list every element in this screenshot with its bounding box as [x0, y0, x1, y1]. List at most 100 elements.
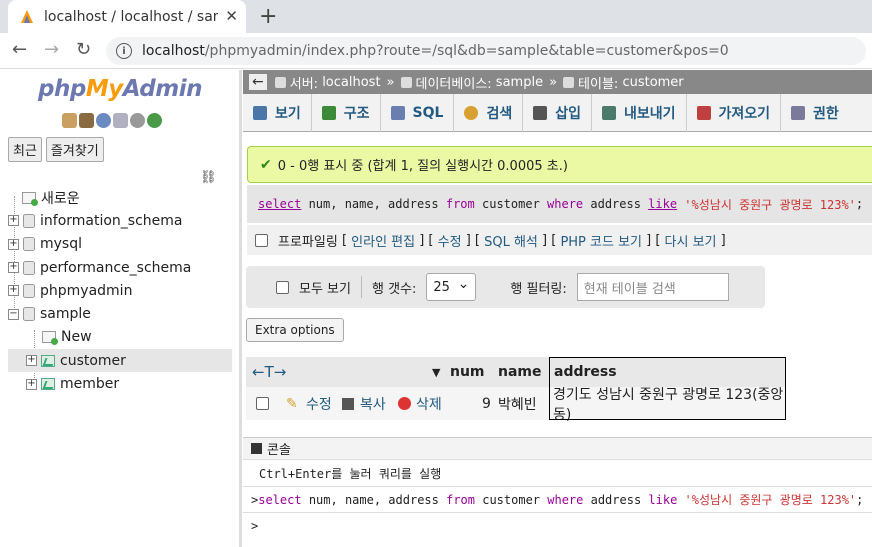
new-tab-button[interactable]: + — [259, 4, 277, 29]
help-icon[interactable] — [96, 113, 111, 128]
expand-icon[interactable]: + — [26, 378, 37, 390]
logout-icon[interactable] — [79, 113, 94, 128]
expand-icon[interactable]: + — [8, 215, 19, 227]
row-count-value: 25 — [433, 279, 450, 295]
docs-icon[interactable] — [113, 113, 128, 128]
tree-item-customer[interactable]: + customer — [8, 349, 232, 373]
sql-keyword[interactable]: like — [648, 197, 677, 211]
settings-gear-icon[interactable] — [130, 113, 145, 128]
tab-sql[interactable]: SQL — [381, 94, 455, 132]
sql-text: ; — [856, 492, 864, 507]
navigation-panel: phpMyAdmin 최근 즐겨찾기 ⛓ 새로운 + information_s… — [0, 70, 242, 547]
row-count-select[interactable]: 25 — [426, 273, 477, 301]
row-edit-link[interactable]: 수정 — [306, 394, 332, 414]
tree-label: member — [60, 376, 120, 393]
expand-icon[interactable]: + — [26, 355, 37, 367]
close-tab-icon[interactable]: ✕ — [225, 7, 238, 25]
database-icon — [23, 283, 35, 298]
database-icon — [23, 260, 35, 275]
link-with-main-panel-icon[interactable]: ⛓ — [200, 170, 217, 185]
console-toggle-bar[interactable]: 콘솔 — [243, 438, 872, 460]
expand-icon[interactable]: + — [8, 285, 19, 297]
tree-item-phpmyadmin[interactable]: + phpmyadmin — [8, 279, 232, 302]
tab-label: 가져오기 — [718, 106, 771, 122]
expand-icon[interactable]: + — [8, 262, 19, 274]
tree-item-information-schema[interactable]: + information_schema — [8, 209, 232, 232]
tab-label: SQL — [412, 105, 444, 121]
tree-item-new[interactable]: 새로운 — [8, 186, 232, 209]
tab-import[interactable]: 가져오기 — [687, 94, 782, 132]
home-icon[interactable] — [62, 113, 77, 128]
row-copy-link[interactable]: 복사 — [360, 394, 386, 414]
row-delete-link[interactable]: 삭제 — [416, 394, 442, 414]
sql-keyword: from — [446, 492, 475, 507]
tree-item-member[interactable]: + member — [8, 372, 232, 395]
tab-insert[interactable]: 삽입 — [523, 94, 592, 132]
tree-label: performance_schema — [40, 259, 192, 276]
browser-tab[interactable]: localhost / localhost / sample ✕ — [8, 0, 246, 33]
favorites-button[interactable]: 즐겨찾기 — [45, 137, 104, 162]
breadcrumb-table[interactable]: customer — [622, 75, 683, 90]
extra-options-button[interactable]: Extra options — [246, 318, 344, 342]
tab-export[interactable]: 내보내기 — [592, 94, 687, 132]
row-checkbox[interactable] — [256, 397, 269, 410]
collapse-nav-arrow-icon[interactable]: ← — [249, 74, 267, 90]
delete-icon — [398, 397, 411, 410]
phpmyadmin-logo[interactable]: phpMyAdmin — [38, 76, 202, 102]
tab-label: 삽입 — [555, 106, 581, 122]
tab-label: 내보내기 — [623, 106, 676, 122]
cell-name[interactable]: 박혜빈 — [498, 394, 537, 414]
site-info-icon[interactable]: i — [116, 43, 132, 59]
breadcrumb-server[interactable]: localhost — [322, 75, 380, 90]
tree-item-new-table[interactable]: New — [8, 326, 232, 349]
sql-keyword: where — [547, 492, 584, 507]
edit-link[interactable]: 수정 — [438, 231, 462, 250]
cell-num[interactable]: 9 — [482, 396, 491, 412]
php-code-link[interactable]: PHP 코드 보기 — [560, 231, 642, 250]
breadcrumb-db[interactable]: sample — [496, 75, 543, 90]
column-arrows-icon[interactable]: ←T→ — [252, 363, 286, 381]
tab-search[interactable]: 검색 — [454, 94, 524, 132]
filter-rows-input[interactable]: 현재 테이블 검색 — [576, 273, 729, 301]
tree-item-performance-schema[interactable]: + performance_schema — [8, 256, 232, 279]
collapse-icon[interactable]: − — [8, 308, 19, 320]
sort-options-icon[interactable]: ▼ — [432, 366, 440, 379]
expand-icon[interactable]: + — [8, 238, 19, 250]
column-header-name[interactable]: name — [498, 364, 542, 380]
reload-icon[interactable]: ↻ — [76, 39, 91, 60]
tree-item-mysql[interactable]: + mysql — [8, 233, 232, 256]
url-path: /phpmyadmin/index.php?route=/sql&db=samp… — [204, 43, 729, 59]
breadcrumb-separator: » — [549, 74, 558, 90]
inline-edit-link[interactable]: 인라인 편집 — [351, 231, 415, 250]
console-input[interactable]: > — [243, 512, 872, 538]
sql-keyword: where — [547, 197, 584, 211]
refresh-link[interactable]: 다시 보기 — [665, 231, 717, 250]
tab-browse[interactable]: 보기 — [243, 94, 312, 132]
tree-item-sample[interactable]: − sample — [8, 302, 232, 325]
tab-structure[interactable]: 구조 — [312, 94, 381, 132]
sql-text: address — [583, 492, 649, 507]
sql-text: customer — [475, 492, 548, 507]
breadcrumb-db-label: 데이터베이스: — [415, 76, 492, 92]
table-menu: 보기 구조 SQL 검색 삽입 내보내기 가져오기 권한 — [243, 94, 872, 132]
tab-label: 보기 — [275, 106, 301, 122]
show-all-checkbox[interactable] — [276, 280, 289, 294]
database-icon — [23, 307, 35, 322]
profiling-checkbox[interactable] — [255, 233, 268, 247]
url-input[interactable]: i localhost/phpmyadmin/index.php?route=/… — [106, 37, 866, 65]
back-arrow-icon[interactable]: ← — [12, 39, 27, 60]
forward-arrow-icon[interactable]: → — [44, 39, 59, 60]
breadcrumb: ← 서버: localhost » 데이터베이스: sample » 테이블: … — [243, 70, 872, 94]
console-history-entry[interactable]: > select num, name, address from customer… — [243, 486, 872, 512]
address-bar-row: ← → ↻ i localhost/phpmyadmin/index.php?r… — [0, 33, 872, 69]
explain-sql-link[interactable]: SQL 해석 — [484, 231, 538, 250]
console-panel: 콘솔 Ctrl+Enter를 눌러 쿼리를 실행 > select num, na… — [243, 437, 872, 547]
recent-button[interactable]: 최근 — [8, 137, 42, 162]
profiling-label: 프로파일링 — [278, 234, 338, 250]
column-header-num[interactable]: num — [450, 364, 485, 380]
reload-navigation-icon[interactable] — [147, 113, 162, 128]
tab-privileges[interactable]: 권한 — [781, 94, 849, 132]
tab-label: 권한 — [813, 106, 839, 122]
tab-label: 검색 — [486, 106, 513, 122]
sql-keyword[interactable]: select — [258, 197, 301, 211]
